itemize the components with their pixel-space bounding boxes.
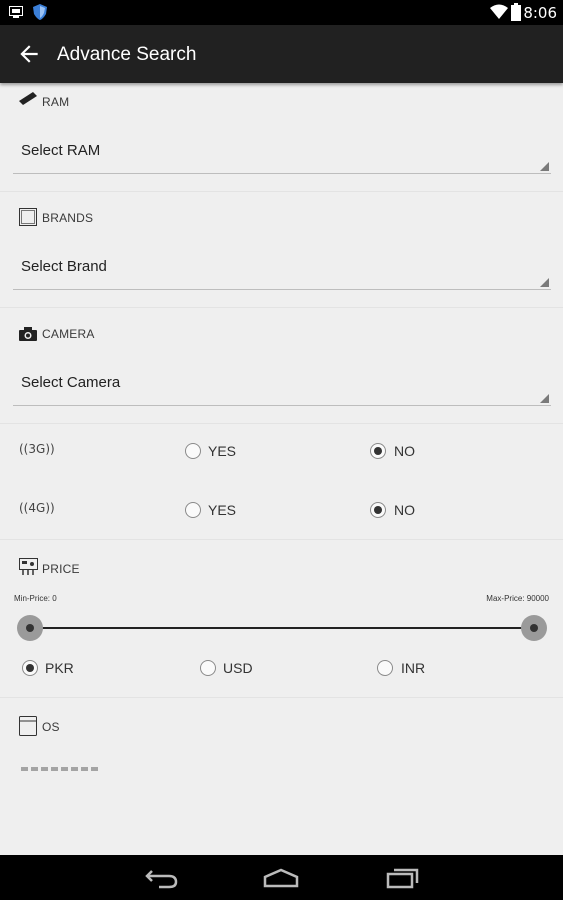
screenshot-icon [9,6,23,18]
nav-back-icon[interactable] [145,867,179,889]
divider [0,539,563,540]
3g-no-radio[interactable] [370,443,386,459]
divider [0,191,563,192]
battery-icon [511,3,521,21]
dropdown-arrow-icon [540,162,549,171]
4g-no-radio[interactable] [370,502,386,518]
navigation-bar [0,855,563,900]
currency-inr-label[interactable]: INR [401,660,425,676]
currency-pkr-label[interactable]: PKR [45,660,74,676]
currency-inr-radio[interactable] [377,660,393,676]
clock: 8:06 [523,4,557,22]
advance-search-form[interactable]: RAM Select RAM BRANDS Select Brand CAMER… [0,83,563,855]
min-price-label: Min-Price: 0 [14,594,57,603]
camera-icon [19,327,37,341]
4g-label: ((4G)) [19,501,55,515]
wifi-icon [490,4,508,19]
dropdown-arrow-icon [540,278,549,287]
divider [0,307,563,308]
ram-label: RAM [42,95,70,109]
camera-select-value: Select Camera [21,374,121,391]
brands-label: BRANDS [42,211,94,225]
app-bar: Advance Search [0,25,563,83]
4g-yes-radio[interactable] [185,502,201,518]
max-price-label: Max-Price: 90000 [486,594,549,603]
3g-yes-label[interactable]: YES [208,443,236,459]
camera-label: CAMERA [42,327,95,341]
4g-yes-label[interactable]: YES [208,502,236,518]
price-label: PRICE [42,562,80,576]
divider [0,697,563,698]
shield-icon [33,4,47,20]
3g-label: ((3G)) [19,442,55,456]
back-arrow-icon[interactable] [16,41,42,67]
3g-yes-radio[interactable] [185,443,201,459]
max-price-thumb[interactable] [521,615,547,641]
camera-select[interactable]: Select Camera [13,365,551,406]
currency-pkr-radio[interactable] [22,660,38,676]
brand-icon [19,208,37,226]
ram-icon [19,92,37,105]
price-icon [19,558,38,575]
brand-select[interactable]: Select Brand [13,249,551,290]
dropdown-arrow-icon [540,394,549,403]
ram-select-value: Select RAM [21,142,101,159]
4g-no-label[interactable]: NO [394,502,415,518]
os-icon [19,716,37,736]
os-label: OS [42,720,60,734]
status-bar: 8:06 [0,0,563,25]
currency-usd-radio[interactable] [200,660,216,676]
page-title: Advance Search [57,44,197,65]
currency-usd-label[interactable]: USD [223,660,253,676]
nav-recents-icon[interactable] [386,867,420,889]
os-select-partial[interactable] [21,767,101,771]
ram-select[interactable]: Select RAM [13,133,551,174]
min-price-thumb[interactable] [17,615,43,641]
3g-no-label[interactable]: NO [394,443,415,459]
brand-select-value: Select Brand [21,258,107,275]
price-range-track[interactable] [30,627,534,629]
nav-home-icon[interactable] [263,868,299,888]
divider [0,423,563,424]
